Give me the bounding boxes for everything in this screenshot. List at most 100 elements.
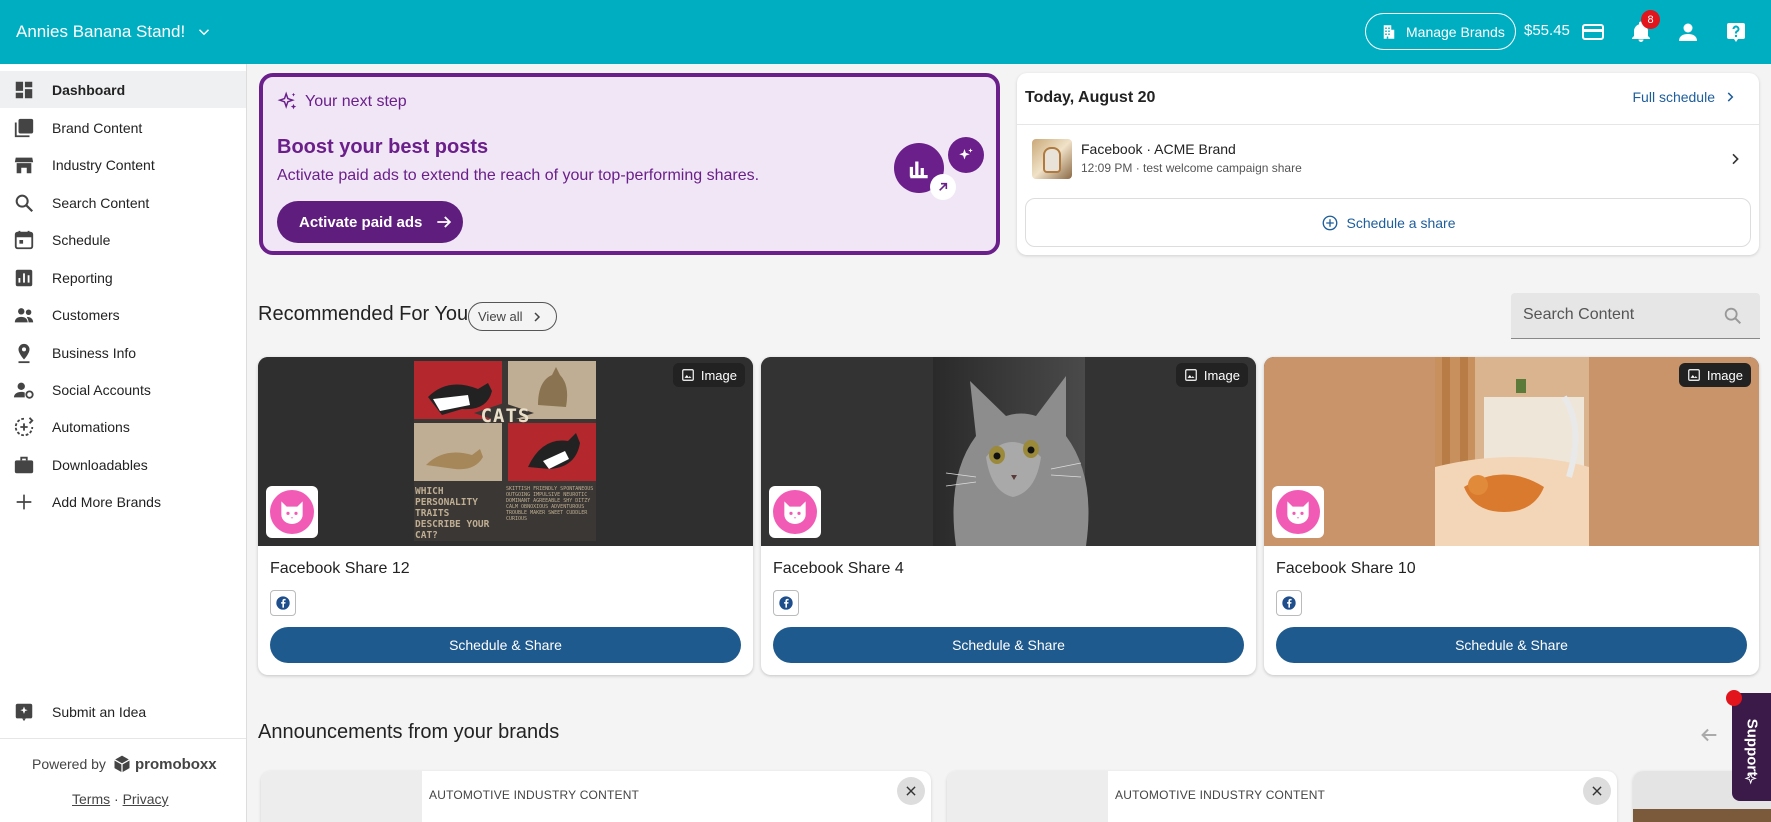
announcement-card[interactable]: AUTOMOTIVE INDUSTRY CONTENT <box>947 771 1617 822</box>
manage-brands-label: Manage Brands <box>1406 23 1505 40</box>
poster-question: WHICH PERSONALITY TRAITS DESCRIBE YOUR C… <box>415 486 490 541</box>
sidebar-item-label: Add More Brands <box>52 493 161 510</box>
image-icon <box>681 368 695 382</box>
sidebar-item-business-info[interactable]: Business Info <box>0 334 246 371</box>
calendar-icon <box>12 228 36 252</box>
powered-by-label: Powered by <box>32 756 106 772</box>
activate-paid-ads-label: Activate paid ads <box>299 213 423 231</box>
sidebar-item-add-more-brands[interactable]: Add More Brands <box>0 483 246 520</box>
close-icon[interactable] <box>1583 777 1611 805</box>
media-type-label: Image <box>1203 367 1240 383</box>
today-title: Today, August 20 <box>1025 89 1156 106</box>
sidebar-divider <box>0 738 246 739</box>
sidebar-item-downloadables[interactable]: Downloadables <box>0 446 246 483</box>
content-title[interactable]: Facebook Share 4 <box>773 560 904 578</box>
media-type-label: Image <box>700 367 737 383</box>
arrow-up-right-icon <box>930 174 956 200</box>
account-balance[interactable]: $55.45 <box>1524 22 1570 39</box>
sidebar: Dashboard Brand Content Industry Content… <box>0 64 247 822</box>
full-schedule-link[interactable]: Full schedule <box>1633 89 1738 105</box>
close-icon[interactable] <box>897 777 925 805</box>
content-title[interactable]: Facebook Share 12 <box>270 560 410 578</box>
idea-icon <box>12 700 36 724</box>
scheduled-share-item[interactable]: Facebook · ACME Brand 12:09 PM · test we… <box>1025 133 1751 191</box>
poster-heading: CATS <box>480 405 531 427</box>
schedule-and-share-button[interactable]: Schedule & Share <box>270 627 741 663</box>
schedule-share-label: Schedule a share <box>1346 214 1456 231</box>
media-type-label: Image <box>1706 367 1743 383</box>
user-icon[interactable] <box>1675 19 1701 45</box>
search-icon[interactable] <box>1722 305 1744 327</box>
submit-idea-link[interactable]: Submit an Idea <box>0 693 246 730</box>
sidebar-item-label: Customers <box>52 306 120 323</box>
help-icon[interactable] <box>1723 19 1749 45</box>
promoboxx-logo: promoboxx <box>112 754 217 774</box>
content-image[interactable]: Image <box>1264 357 1759 546</box>
facebook-icon <box>1276 590 1302 616</box>
sidebar-item-label: Downloadables <box>52 456 148 473</box>
sidebar-item-customers[interactable]: Customers <box>0 296 246 333</box>
chevron-right-icon <box>1727 151 1743 167</box>
share-title: Facebook · ACME Brand <box>1081 141 1236 157</box>
share-subtitle: 12:09 PM · test welcome campaign share <box>1081 161 1302 175</box>
announcement-card[interactable]: AUTOMOTIVE INDUSTRY CONTENT <box>261 771 931 822</box>
automation-icon <box>12 415 36 439</box>
plus-icon <box>12 490 36 514</box>
promoboxx-box-icon <box>114 755 130 773</box>
sidebar-item-search-content[interactable]: Search Content <box>0 184 246 221</box>
search-content-box <box>1511 293 1760 339</box>
sidebar-item-dashboard[interactable]: Dashboard <box>0 71 246 108</box>
schedule-and-share-button[interactable]: Schedule & Share <box>773 627 1244 663</box>
powered-by: Powered by promoboxx <box>32 754 217 774</box>
support-notification-dot <box>1726 690 1742 706</box>
announcement-thumbnail <box>261 771 422 822</box>
privacy-link[interactable]: Privacy <box>123 791 169 807</box>
search-content-input[interactable] <box>1523 293 1713 337</box>
content-image[interactable]: Image <box>761 357 1256 546</box>
briefcase-icon <box>12 453 36 477</box>
sidebar-item-automations[interactable]: Automations <box>0 408 246 445</box>
submit-idea-label: Submit an Idea <box>52 703 147 720</box>
announcements-title: Announcements from your brands <box>258 721 560 743</box>
brand-avatar <box>266 486 318 538</box>
sidebar-item-label: Reporting <box>52 269 113 286</box>
store-icon <box>12 153 36 177</box>
arrow-left-icon[interactable] <box>1698 724 1720 746</box>
sidebar-item-industry-content[interactable]: Industry Content <box>0 146 246 183</box>
image-icon <box>1687 368 1701 382</box>
add-circle-icon <box>1321 214 1339 232</box>
dashboard-icon <box>12 78 36 102</box>
view-all-button[interactable]: View all <box>468 302 557 331</box>
content-image[interactable]: CATS WHICH PERSONALITY TRAITS DESCRIBE Y… <box>258 357 753 546</box>
library-icon <box>12 116 36 140</box>
brand-name: Annies Banana Stand! <box>16 22 186 41</box>
content-card: CATS WHICH PERSONALITY TRAITS DESCRIBE Y… <box>258 357 753 675</box>
arrow-right-icon <box>434 212 454 232</box>
user-gear-icon <box>12 378 36 402</box>
schedule-and-share-button[interactable]: Schedule & Share <box>1276 627 1747 663</box>
content-title[interactable]: Facebook Share 10 <box>1276 560 1416 578</box>
today-divider <box>1017 124 1759 125</box>
credit-card-icon[interactable] <box>1580 19 1606 45</box>
announcement-image-peek <box>1633 809 1771 822</box>
brand-avatar <box>1272 486 1324 538</box>
sidebar-item-reporting[interactable]: Reporting <box>0 259 246 296</box>
next-step-description: Activate paid ads to extend the reach of… <box>277 167 760 184</box>
brand-switcher[interactable]: Annies Banana Stand! <box>16 0 213 64</box>
manage-brands-button[interactable]: Manage Brands <box>1365 13 1516 50</box>
notification-count-badge: 8 <box>1641 10 1660 29</box>
promoboxx-logo-text: promoboxx <box>134 755 217 773</box>
poster-traits: SKITTISH FRIENDLY SPONTANEOUS OUTGOING I… <box>506 486 594 522</box>
sidebar-item-label: Dashboard <box>52 81 126 98</box>
cat-face-icon <box>1287 501 1309 524</box>
sidebar-item-social-accounts[interactable]: Social Accounts <box>0 371 246 408</box>
legal-separator: · <box>114 791 119 807</box>
sidebar-item-schedule[interactable]: Schedule <box>0 221 246 258</box>
schedule-share-button[interactable]: Schedule a share <box>1025 198 1751 247</box>
activate-paid-ads-button[interactable]: Activate paid ads <box>277 201 463 243</box>
content-card: Image Facebook Share 10 Schedule & Share <box>1264 357 1759 675</box>
brand-avatar <box>769 486 821 538</box>
terms-link[interactable]: Terms <box>72 791 110 807</box>
sidebar-item-brand-content[interactable]: Brand Content <box>0 109 246 146</box>
sidebar-item-label: Search Content <box>52 194 150 211</box>
